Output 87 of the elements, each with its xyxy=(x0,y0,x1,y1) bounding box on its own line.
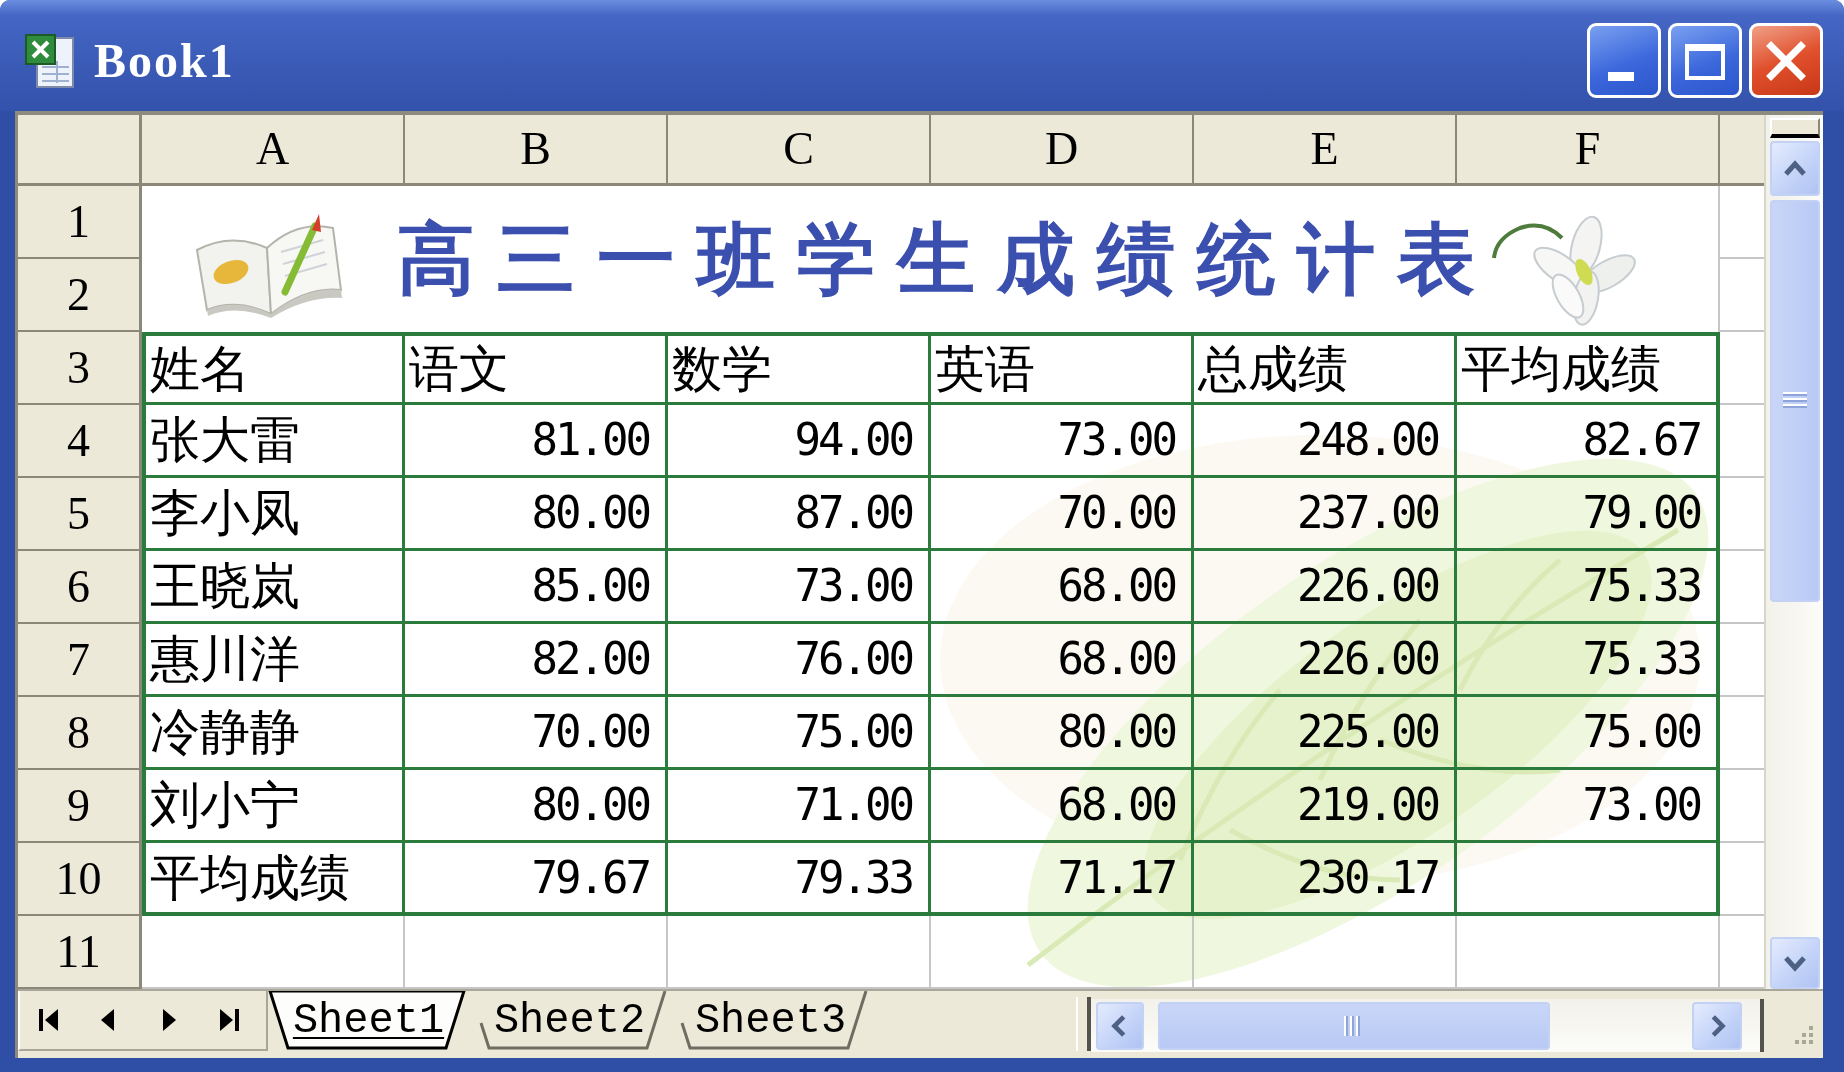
table-cell: 87.00 xyxy=(668,478,931,551)
table-cell: 73.00 xyxy=(931,405,1194,478)
column-header[interactable]: B xyxy=(405,115,668,186)
table-cell: 王晓岚 xyxy=(142,551,405,624)
row-header[interactable]: 11 xyxy=(18,916,142,989)
row-header[interactable]: 5 xyxy=(18,478,142,551)
table-cell: 82.00 xyxy=(405,624,668,697)
last-sheet-icon xyxy=(218,1006,240,1034)
scrollbar-thumb[interactable] xyxy=(1769,200,1820,602)
header-cell: 总成绩 xyxy=(1194,332,1457,405)
row-header[interactable]: 4 xyxy=(18,405,142,478)
close-button[interactable] xyxy=(1749,23,1823,98)
column-header[interactable] xyxy=(1720,115,1764,186)
header-cell: 姓名 xyxy=(142,332,405,405)
header-cell: 平均成绩 xyxy=(1457,332,1720,405)
column-header[interactable]: A xyxy=(142,115,405,186)
scrollbar-thumb[interactable] xyxy=(1158,1001,1550,1050)
maximize-button[interactable] xyxy=(1668,23,1742,98)
minimize-button[interactable] xyxy=(1587,23,1661,98)
table-cell: 刘小宁 xyxy=(142,770,405,843)
close-icon xyxy=(1766,40,1806,81)
scroll-up-button[interactable] xyxy=(1769,141,1820,196)
table-cell: 80.00 xyxy=(931,697,1194,770)
table-cell: 惠川洋 xyxy=(142,624,405,697)
minimize-icon xyxy=(1608,72,1634,81)
row-header[interactable]: 2 xyxy=(18,259,142,332)
row-header[interactable]: 8 xyxy=(18,697,142,770)
sheet-title: 高三一班学生成绩统计表 xyxy=(397,220,1497,298)
table-cell: 230.17 xyxy=(1194,843,1457,916)
table-cell: 68.00 xyxy=(931,624,1194,697)
table-cell: 79.00 xyxy=(1457,478,1720,551)
scroll-right-button[interactable] xyxy=(1692,1001,1742,1050)
row-header[interactable]: 1 xyxy=(18,186,142,259)
row-header[interactable]: 6 xyxy=(18,551,142,624)
window-title: Book1 xyxy=(94,36,235,85)
table-cell: 85.00 xyxy=(405,551,668,624)
table-cell: 76.00 xyxy=(668,624,931,697)
table-cell: 80.00 xyxy=(405,478,668,551)
row-header[interactable]: 9 xyxy=(18,770,142,843)
first-sheet-icon xyxy=(38,1006,60,1034)
table-cell: 225.00 xyxy=(1194,697,1457,770)
table-cell: 71.17 xyxy=(931,843,1194,916)
header-cell: 语文 xyxy=(405,332,668,405)
table-cell: 226.00 xyxy=(1194,551,1457,624)
grip-icon xyxy=(1781,391,1808,411)
split-handle[interactable] xyxy=(1769,118,1820,138)
table-cell: 70.00 xyxy=(931,478,1194,551)
table-cell: 平均成绩 xyxy=(142,843,405,916)
scroll-left-button[interactable] xyxy=(1096,1001,1144,1050)
row-header[interactable]: 3 xyxy=(18,332,142,405)
row-header[interactable]: 10 xyxy=(18,843,142,916)
table-cell: 94.00 xyxy=(668,405,931,478)
table-cell: 75.33 xyxy=(1457,551,1720,624)
table-cell: 李小凤 xyxy=(142,478,405,551)
header-cell: 英语 xyxy=(931,332,1194,405)
table-cell: 68.00 xyxy=(931,551,1194,624)
row-header[interactable]: 7 xyxy=(18,624,142,697)
table-cell: 75.33 xyxy=(1457,624,1720,697)
column-header[interactable]: C xyxy=(668,115,931,186)
table-cell: 73.00 xyxy=(668,551,931,624)
table-cell: 73.00 xyxy=(1457,770,1720,843)
column-header[interactable]: D xyxy=(931,115,1194,186)
select-all-corner[interactable] xyxy=(18,115,142,186)
table-cell: 75.00 xyxy=(668,697,931,770)
table-cell: 226.00 xyxy=(1194,624,1457,697)
table-cell: 248.00 xyxy=(1194,405,1457,478)
sheet-tab[interactable]: Sheet3 xyxy=(670,991,871,1051)
header-cell: 数学 xyxy=(668,332,931,405)
table-cell: 237.00 xyxy=(1194,478,1457,551)
table-cell: 79.67 xyxy=(405,843,668,916)
sheet-tab[interactable]: Sheet2 xyxy=(469,991,670,1051)
column-header[interactable]: E xyxy=(1194,115,1457,186)
table-cell: 81.00 xyxy=(405,405,668,478)
table-cell: 冷静静 xyxy=(142,697,405,770)
table-cell: 79.33 xyxy=(668,843,931,916)
table-cell: 219.00 xyxy=(1194,770,1457,843)
scroll-down-button[interactable] xyxy=(1769,937,1820,989)
table-cell: 75.00 xyxy=(1457,697,1720,770)
table-cell: 82.67 xyxy=(1457,405,1720,478)
maximize-icon xyxy=(1685,41,1725,80)
table-cell: 张大雷 xyxy=(142,405,405,478)
table-cell: 68.00 xyxy=(931,770,1194,843)
column-header[interactable]: F xyxy=(1457,115,1720,186)
table-cell: 80.00 xyxy=(405,770,668,843)
table-cell: 71.00 xyxy=(668,770,931,843)
table-cell: 70.00 xyxy=(405,697,668,770)
spreadsheet-icon xyxy=(24,32,76,89)
